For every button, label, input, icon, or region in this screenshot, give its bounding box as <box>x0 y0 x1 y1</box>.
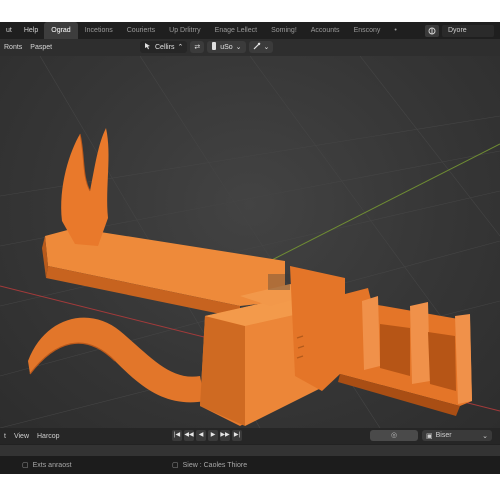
orange-3d-model[interactable] <box>28 128 472 426</box>
workspace-tab-incetions[interactable]: Incetions <box>78 22 120 39</box>
workspace-tab-courierts[interactable]: Courierts <box>120 22 162 39</box>
status-left-text: Exts anraost <box>32 461 72 469</box>
play-icon[interactable]: ▶ <box>208 430 218 441</box>
3d-viewport[interactable] <box>0 56 500 428</box>
timeline-menu-harcop[interactable]: Harcop <box>33 433 64 440</box>
chevron-down-icon: ⌄ <box>235 44 242 51</box>
workspace-tab-accounts[interactable]: Accounts <box>304 22 347 39</box>
scene-selector[interactable]: Dyore <box>425 24 494 37</box>
playback-controls: |◀ ◀◀ ◀ ▶ ▶▶ ▶| <box>172 430 242 441</box>
prev-keyframe-icon[interactable]: ◀◀ <box>184 430 194 441</box>
workspace-tab-enage-lellect[interactable]: Enage Lellect <box>208 22 264 39</box>
blender-window: ut Help Ograd Incetions Courierts Up Drl… <box>0 22 500 474</box>
header-menu-ronts[interactable]: Ronts <box>0 44 26 51</box>
current-frame-field[interactable]: ◎ <box>370 430 418 441</box>
status-middle-text: Siew : Caoles Thiore <box>182 461 248 469</box>
cursor-icon <box>144 42 152 52</box>
status-middle: ▢ Siew : Caoles Thiore <box>172 461 248 470</box>
pivot-button[interactable]: ⇄ <box>190 41 205 53</box>
y-axis-line <box>259 143 500 267</box>
transform-tool-group: Cellirs ⌃ ⇄ uSo ⌄ ⌄ <box>140 41 274 53</box>
chevron-down-icon: ⌄ <box>263 44 270 51</box>
snap-label: uSo <box>220 43 233 51</box>
jump-end-icon[interactable]: ▶| <box>232 430 242 441</box>
camera-icon: ▣ <box>426 432 433 440</box>
status-left: ▢ Exts anraost <box>22 461 72 470</box>
magnet-icon <box>211 42 217 52</box>
frame-icon: ◎ <box>390 432 398 439</box>
workspace-tab-soming[interactable]: Soming! <box>264 22 304 39</box>
next-keyframe-icon[interactable]: ▶▶ <box>220 430 230 441</box>
workspace-tab-ograd[interactable]: Ograd <box>44 22 78 39</box>
pivot-icon: ⇄ <box>194 44 201 51</box>
timeline-menu-t[interactable]: t <box>0 433 10 440</box>
render-label: Biser <box>435 432 452 439</box>
scene-icon[interactable] <box>425 24 439 37</box>
render-dropdown[interactable]: ▣ Biser ⌄ <box>422 430 492 441</box>
workspace-tab-enscony[interactable]: Enscony <box>347 22 388 39</box>
snap-dropdown[interactable]: uSo ⌄ <box>207 41 246 53</box>
chevron-up-icon: ⌃ <box>177 44 184 51</box>
status-bar: ▢ Exts anraost ▢ Siew : Caoles Thiore <box>0 456 500 474</box>
top-menubar: ut Help Ograd Incetions Courierts Up Drl… <box>0 22 500 39</box>
timeline-menu-view[interactable]: View <box>10 433 33 440</box>
menu-item-help[interactable]: Help <box>18 27 44 34</box>
mouse-icon: ▢ <box>172 462 179 469</box>
jump-start-icon[interactable]: |◀ <box>172 430 182 441</box>
viewport-scene <box>0 56 500 428</box>
more-workspaces-icon[interactable]: • <box>387 22 403 39</box>
timeline-header: t View Harcop |◀ ◀◀ ◀ ▶ ▶▶ ▶| ◎ ▣ Biser … <box>0 428 500 444</box>
workspace-tab-up-drlitrry[interactable]: Up Drlitrry <box>162 22 208 39</box>
menu-item-ut[interactable]: ut <box>0 27 18 34</box>
mode-label: Cellirs <box>155 43 175 51</box>
play-reverse-icon[interactable]: ◀ <box>196 430 206 441</box>
proportional-edit-dropdown[interactable]: ⌄ <box>248 41 274 53</box>
chevron-down-icon: ⌄ <box>482 432 488 440</box>
mouse-icon: ▢ <box>22 462 29 469</box>
proportional-icon <box>253 42 261 52</box>
mode-dropdown[interactable]: Cellirs ⌃ <box>140 41 188 53</box>
scene-name-field[interactable]: Dyore <box>442 24 494 37</box>
header-menu-paspet[interactable]: Paspet <box>26 44 56 51</box>
viewport-header: Ronts Paspet Cellirs ⌃ ⇄ uSo ⌄ ⌄ <box>0 39 500 56</box>
